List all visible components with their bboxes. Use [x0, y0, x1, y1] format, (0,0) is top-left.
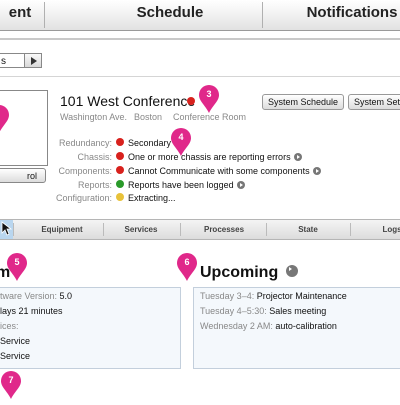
annotation-marker-5: 5	[6, 252, 28, 282]
divider	[0, 76, 400, 77]
nav-divider	[262, 2, 263, 28]
system-row-uptime: lays 21 minutes	[0, 306, 63, 316]
annotation-marker-6: 6	[176, 252, 198, 282]
room-address: Washington Ave.	[60, 112, 128, 122]
tab-state[interactable]: State	[266, 220, 350, 239]
tab-divider	[13, 223, 14, 236]
status-dot-redundancy	[116, 138, 124, 146]
annotation-marker-2	[0, 104, 10, 134]
components-detail-arrow-icon[interactable]	[312, 166, 321, 175]
status-label-components: Components:	[58, 166, 112, 176]
tab-equipment[interactable]: Equipment	[18, 220, 106, 239]
detail-tab-bar: Equipment Services Processes State Logs	[0, 219, 400, 240]
upcoming-event: Tuesday 3–4: Projector Maintenance	[200, 291, 347, 301]
system-schedule-button[interactable]: System Schedule	[262, 94, 345, 110]
nav-tab-notifications[interactable]: Notifications	[302, 0, 400, 30]
tab-logs[interactable]: Logs	[350, 220, 400, 239]
upcoming-event: Wednesday 2 AM: auto-calibration	[200, 321, 337, 331]
reports-detail-arrow-icon[interactable]	[236, 180, 245, 189]
annotation-marker-7: 7	[0, 370, 22, 400]
status-text-redundancy: Secondary	[128, 138, 172, 148]
nav-tab-schedule[interactable]: Schedule	[120, 0, 220, 30]
room-status-dot	[187, 97, 195, 105]
status-dot-chassis	[116, 152, 124, 160]
system-row-service: Service	[0, 336, 31, 346]
status-text-configuration: Extracting...	[128, 193, 176, 203]
system-settings-button[interactable]: System Setti	[348, 94, 400, 110]
system-row-services-label: ices:	[0, 321, 19, 331]
nav-tab-management[interactable]: ent	[0, 0, 40, 30]
status-text-components: Cannot Communicate with some components	[128, 166, 321, 176]
divider	[0, 38, 400, 40]
upcoming-event: Tuesday 4–5:30: Sales meeting	[200, 306, 327, 316]
room-city: Boston	[134, 112, 163, 122]
nav-divider	[44, 2, 45, 28]
status-dot-configuration	[116, 193, 124, 201]
upcoming-section-title: Upcoming	[200, 264, 298, 282]
status-label-reports: Reports:	[77, 180, 112, 190]
annotation-marker-3: 3	[198, 84, 220, 114]
upcoming-detail-arrow-icon[interactable]	[285, 264, 298, 277]
status-label-chassis: Chassis:	[77, 152, 112, 162]
status-dot-reports	[116, 180, 124, 188]
top-navigation: ent Schedule Notifications	[0, 0, 400, 31]
mouse-pointer-icon	[1, 221, 12, 236]
annotation-marker-4: 4	[170, 127, 192, 157]
tab-services[interactable]: Services	[103, 220, 179, 239]
tab-processes[interactable]: Processes	[180, 220, 268, 239]
system-row-software-version: tware Version: 5.0	[0, 291, 73, 301]
chassis-detail-arrow-icon[interactable]	[293, 152, 302, 161]
system-row-service: Service	[0, 351, 31, 361]
selector-next-arrow-icon[interactable]	[24, 53, 42, 68]
room-title: 101 West Conference	[60, 93, 196, 109]
status-dot-components	[116, 166, 124, 174]
status-label-redundancy: Redundancy:	[58, 138, 112, 148]
status-text-reports: Reports have been logged	[128, 180, 245, 190]
status-label-configuration: Configuration:	[55, 193, 112, 203]
status-text-chassis: One or more chassis are reporting errors	[128, 152, 302, 162]
